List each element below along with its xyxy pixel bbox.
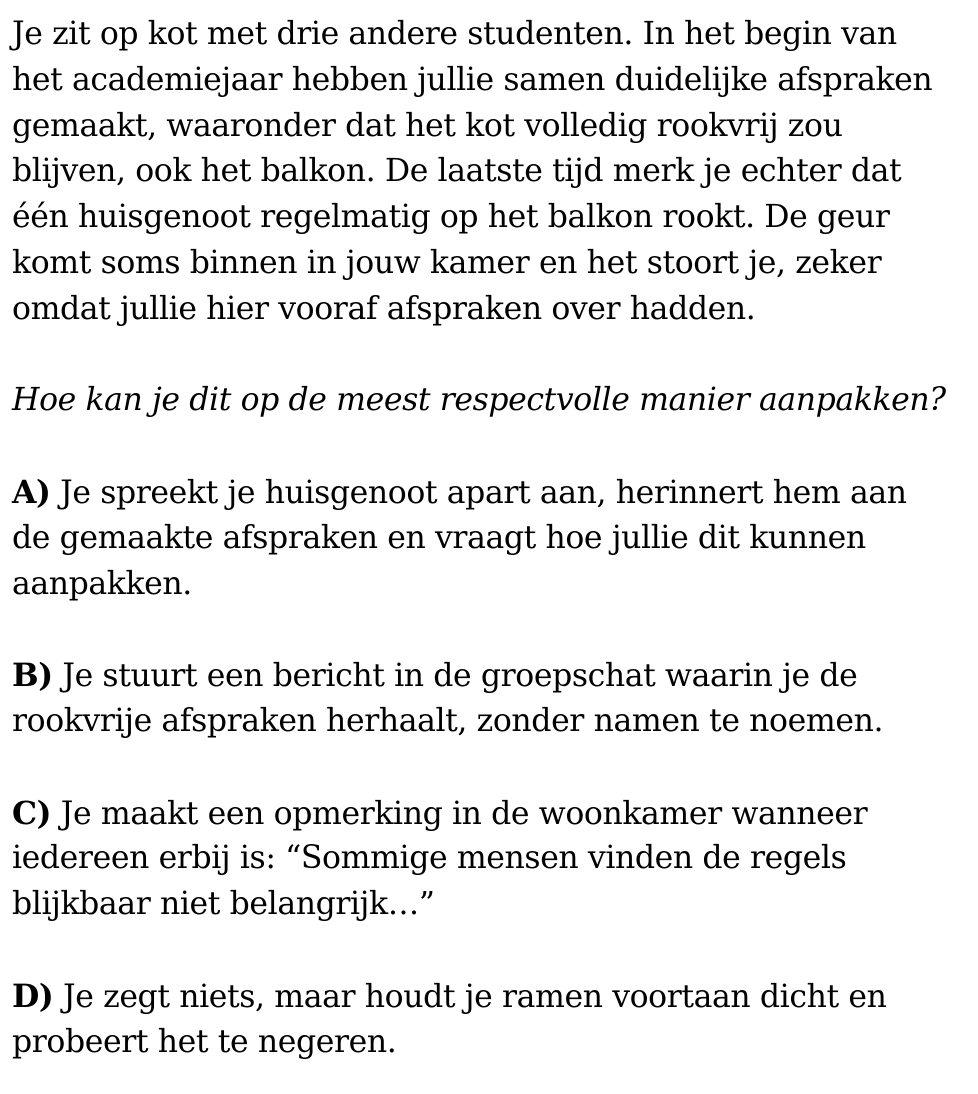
scenario-line: komt soms binnen in jouw kamer en het st… bbox=[12, 244, 882, 281]
scenario-line: Je zit op kot met drie andere studenten.… bbox=[12, 16, 897, 52]
option-line: rookvrije afspraken herhaalt, zonder nam… bbox=[12, 702, 884, 739]
option-line: D) Je zegt niets, maar houdt je ramen vo… bbox=[12, 974, 968, 1020]
scenario-line: blijven, ook het balkon. De laatste tijd… bbox=[12, 153, 902, 190]
option-b: B) Je stuurt een bericht in de groepscha… bbox=[12, 653, 968, 745]
option-c: C) Je maakt een opmerking in de woonkame… bbox=[12, 791, 968, 928]
option-line: C) Je maakt een opmerking in de woonkame… bbox=[12, 791, 968, 837]
option-letter: B) bbox=[12, 657, 53, 695]
question-text: Hoe kan je dit op de meest respectvolle … bbox=[12, 382, 946, 419]
option-letter: A) bbox=[12, 473, 51, 511]
document: Je zit op kot met drie andere studenten.… bbox=[12, 12, 968, 1065]
scenario-paragraph: Je zit op kot met drie andere studenten.… bbox=[12, 12, 968, 333]
option-letter: C) bbox=[12, 794, 52, 832]
scenario-line: omdat jullie hier vooraf afspraken over … bbox=[12, 290, 756, 327]
option-line: iedereen erbij is: “Sommige mensen vinde… bbox=[12, 840, 847, 877]
scenario-line: het academiejaar hebben jullie samen dui… bbox=[12, 61, 933, 98]
scenario-line: gemaakt, waaronder dat het kot volledig … bbox=[12, 107, 843, 144]
option-line: de gemaakte afspraken en vraagt hoe jull… bbox=[12, 519, 866, 556]
option-line: A) Je spreekt je huisgenoot apart aan, h… bbox=[12, 470, 968, 516]
scenario-line: één huisgenoot regelmatig op het balkon … bbox=[12, 199, 890, 236]
option-text: Je spreekt je huisgenoot apart aan, heri… bbox=[50, 474, 907, 511]
option-text: Je zegt niets, maar houdt je ramen voort… bbox=[53, 978, 887, 1015]
option-line: B) Je stuurt een bericht in de groepscha… bbox=[12, 653, 968, 699]
option-text: Je stuurt een bericht in de groepschat w… bbox=[52, 658, 858, 695]
option-line: blijkbaar niet belangrijk…” bbox=[12, 886, 435, 923]
option-line: aanpakken. bbox=[12, 565, 192, 602]
option-line: probeert het te negeren. bbox=[12, 1023, 397, 1060]
option-a: A) Je spreekt je huisgenoot apart aan, h… bbox=[12, 470, 968, 607]
option-text: Je maakt een opmerking in de woonkamer w… bbox=[51, 795, 868, 832]
option-d: D) Je zegt niets, maar houdt je ramen vo… bbox=[12, 974, 968, 1066]
option-letter: D) bbox=[12, 977, 54, 1015]
